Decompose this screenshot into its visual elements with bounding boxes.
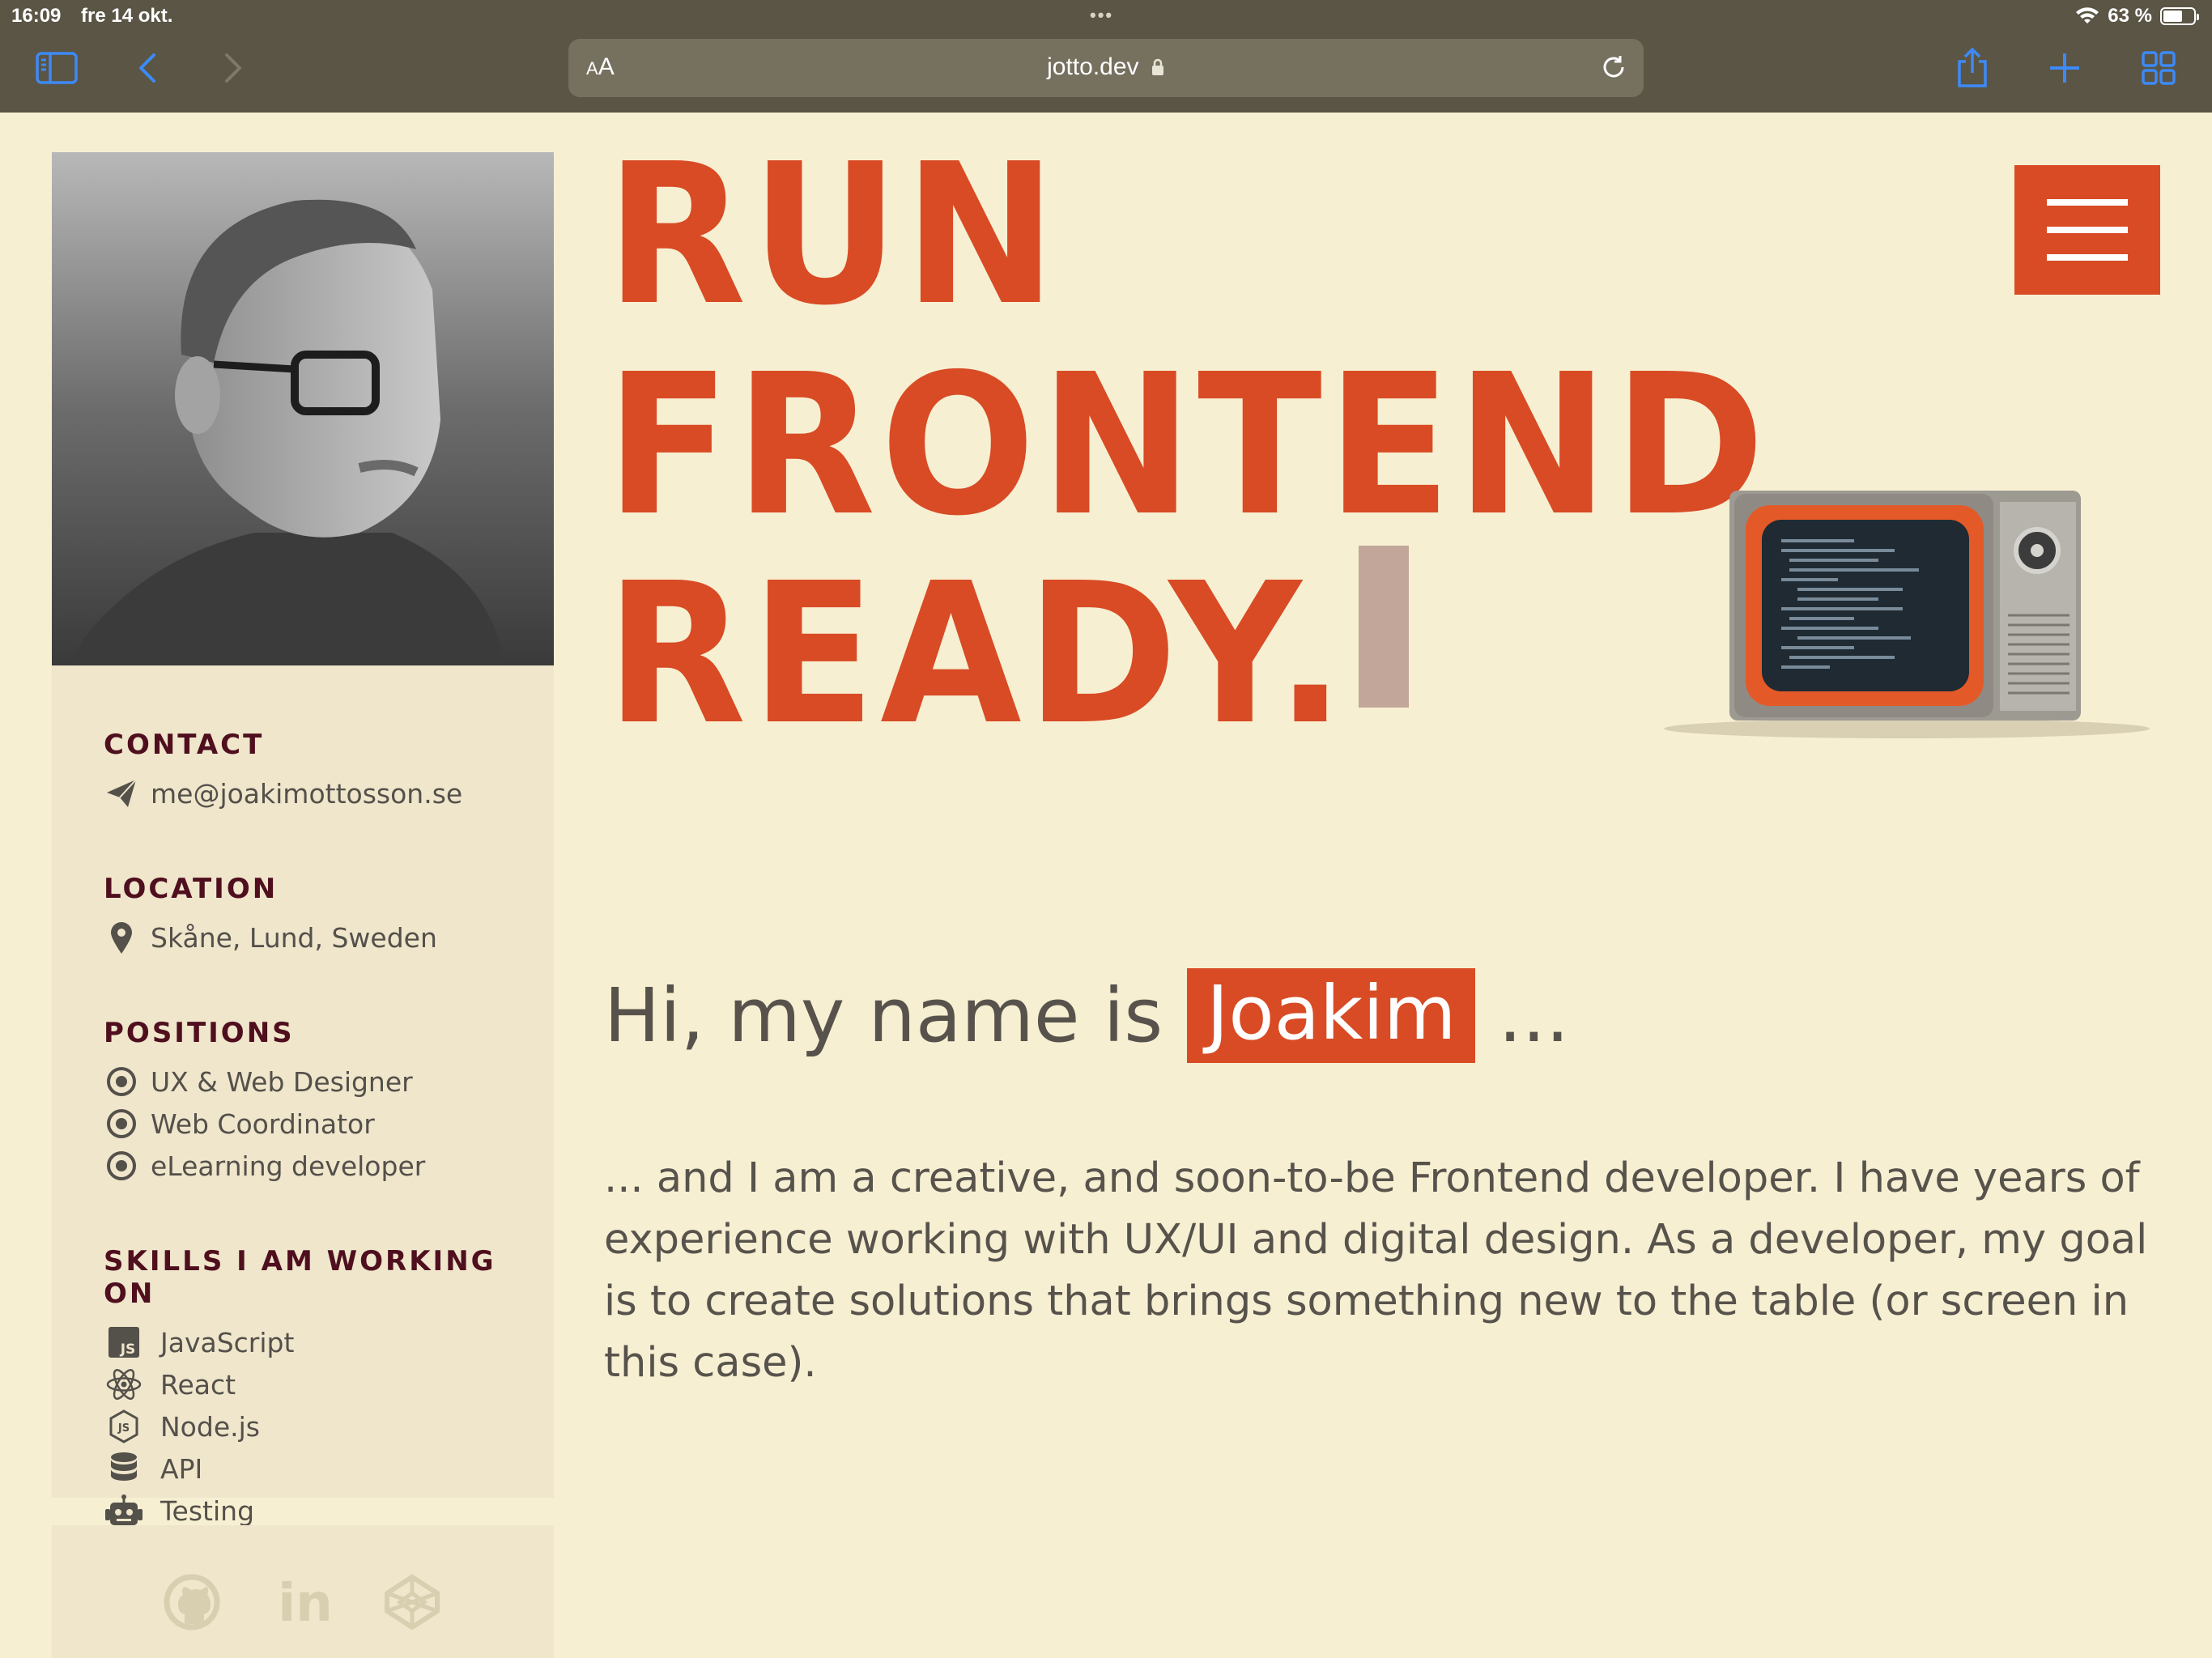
- address-bar[interactable]: AA jotto.dev: [568, 39, 1644, 97]
- status-time: 16:09: [11, 5, 62, 27]
- database-icon: [104, 1451, 144, 1486]
- position-label: Web Coordinator: [151, 1107, 375, 1140]
- profile-photo: [52, 152, 554, 665]
- svg-text:JS: JS: [120, 1341, 136, 1358]
- skill-item: API: [104, 1448, 554, 1490]
- linkedin-icon[interactable]: in: [277, 1574, 334, 1634]
- location-text: Skåne, Lund, Sweden: [151, 921, 437, 954]
- paper-plane-icon: [104, 776, 139, 811]
- skill-label: API: [160, 1452, 203, 1485]
- contact-title: CONTACT: [104, 729, 265, 761]
- typing-cursor: [1359, 546, 1409, 708]
- github-icon[interactable]: [164, 1574, 220, 1630]
- position-item: UX & Web Designer: [104, 1061, 425, 1103]
- svg-text:in: in: [278, 1574, 333, 1630]
- battery-percent: 63 %: [2108, 5, 2152, 27]
- skills-title: SKILLS I AM WORKING ON: [104, 1245, 496, 1310]
- dot-circle-icon: [104, 1148, 139, 1184]
- forward-button[interactable]: [209, 44, 257, 92]
- position-label: UX & Web Designer: [151, 1065, 413, 1098]
- location-row: Skåne, Lund, Sweden: [104, 916, 437, 959]
- chevron-left-icon: [139, 53, 155, 83]
- contact-email[interactable]: me@joakimottosson.se: [151, 778, 462, 810]
- map-pin-icon: [104, 920, 139, 955]
- multitasking-dots[interactable]: •••: [1090, 5, 1113, 26]
- menu-bar: [2047, 227, 2128, 233]
- skills-section: SKILLS I AM WORKING ON JS JavaScript Rea…: [104, 1245, 554, 1532]
- skill-item: JS JavaScript: [104, 1321, 554, 1363]
- sidebar: CONTACT me@joakimottosson.se LOCATION Sk…: [52, 665, 554, 1527]
- lock-icon: [1151, 58, 1163, 75]
- skill-label: Node.js: [160, 1410, 260, 1443]
- skill-label: Testing: [160, 1494, 255, 1527]
- nodejs-icon: JS: [104, 1409, 144, 1444]
- url-text-wrap: jotto.dev: [568, 53, 1644, 81]
- tab-overview-button[interactable]: [2134, 44, 2183, 92]
- dot-circle-icon: [104, 1064, 139, 1099]
- position-label: eLearning developer: [151, 1150, 426, 1182]
- contact-section: CONTACT me@joakimottosson.se: [104, 729, 462, 814]
- status-right: 63 %: [2075, 5, 2199, 28]
- location-title: LOCATION: [104, 873, 279, 905]
- hero-line-3: READY.: [606, 541, 1350, 767]
- location-section: LOCATION Skåne, Lund, Sweden: [104, 873, 437, 959]
- greeting-heading: Hi, my name is Joakim ...: [604, 968, 1569, 1063]
- chevron-right-icon: [225, 53, 241, 83]
- hero-line-2: FRONTEND: [606, 332, 1770, 559]
- dot-circle-icon: [104, 1106, 139, 1141]
- position-item: Web Coordinator: [104, 1103, 425, 1145]
- sidebar-toggle-icon[interactable]: [32, 44, 81, 92]
- menu-bar: [2047, 254, 2128, 261]
- grid-icon: [2142, 51, 2176, 85]
- name-highlight: Joakim: [1187, 968, 1476, 1063]
- hamburger-menu-button[interactable]: [2014, 165, 2160, 295]
- react-icon: [104, 1367, 144, 1402]
- menu-bar: [2047, 199, 2128, 206]
- greeting-ellipsis: ...: [1498, 972, 1570, 1059]
- skill-label: React: [160, 1368, 236, 1401]
- hero-line-1: RUN: [606, 121, 1061, 348]
- status-bar: 16:09 fre 14 okt. ••• 63 %: [0, 0, 2212, 32]
- plus-icon: [2050, 53, 2079, 83]
- skill-item: JS Node.js: [104, 1405, 554, 1448]
- robot-icon: [104, 1493, 144, 1528]
- about-paragraph: ... and I am a creative, and soon-to-be …: [604, 1154, 2148, 1387]
- reload-icon[interactable]: [1598, 52, 1629, 83]
- js-icon: JS: [104, 1324, 144, 1360]
- wifi-icon: [2076, 7, 2099, 23]
- battery-fill: [2163, 11, 2182, 22]
- battery-icon: [2160, 7, 2199, 25]
- back-button[interactable]: [123, 44, 172, 92]
- svg-text:JS: JS: [117, 1422, 130, 1435]
- status-date: fre 14 okt.: [81, 5, 173, 27]
- retro-tv-image: [1644, 470, 2170, 745]
- skill-item: React: [104, 1363, 554, 1405]
- positions-title: POSITIONS: [104, 1017, 295, 1049]
- position-item: eLearning developer: [104, 1145, 425, 1187]
- browser-chrome: 16:09 fre 14 okt. ••• 63 % AA jotto.dev: [0, 0, 2212, 113]
- share-icon: [1958, 47, 1987, 87]
- new-tab-button[interactable]: [2040, 44, 2089, 92]
- skill-label: JavaScript: [160, 1326, 295, 1358]
- url-text: jotto.dev: [1047, 53, 1139, 80]
- codepen-icon[interactable]: [384, 1574, 440, 1630]
- contact-email-row[interactable]: me@joakimottosson.se: [104, 772, 462, 814]
- share-button[interactable]: [1948, 44, 1997, 92]
- social-links: in: [52, 1525, 554, 1658]
- positions-section: POSITIONS UX & Web Designer Web Coordina…: [104, 1017, 425, 1187]
- greeting-text: Hi, my name is: [604, 972, 1163, 1059]
